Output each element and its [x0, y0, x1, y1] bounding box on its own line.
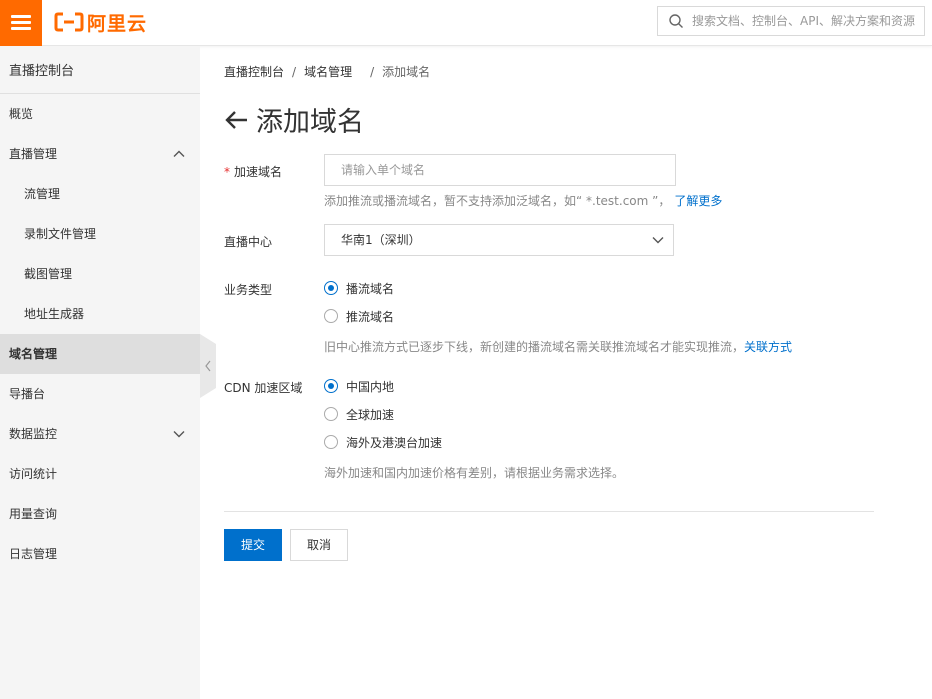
breadcrumb-separator: / — [370, 65, 375, 79]
domain-hint: 添加推流或播流域名，暂不支持添加泛域名，如“ *.test.com ”， 了解更多 — [324, 192, 722, 209]
sidebar-title[interactable]: 直播控制台 — [0, 46, 200, 94]
radio-label: 播流域名 — [346, 281, 395, 296]
sidebar-item-label: 直播管理 — [9, 147, 58, 161]
search-input[interactable] — [692, 14, 922, 28]
center-select[interactable]: 华南1（深圳） — [324, 224, 674, 256]
association-method-link[interactable]: 关联方式 — [744, 340, 792, 354]
top-navbar: 阿里云 — [0, 0, 932, 46]
radio-play-domain[interactable]: 播流域名 — [324, 280, 394, 296]
sidebar: 直播控制台 概览 直播管理 流管理 录制文件管理 截图管理 地址生成器 域名管理… — [0, 46, 200, 699]
breadcrumb-current: 添加域名 — [382, 65, 431, 79]
sidebar-item-log-management[interactable]: 日志管理 — [0, 534, 200, 574]
radio-unchecked-icon — [324, 309, 338, 323]
radio-label: 推流域名 — [346, 309, 395, 324]
business-type-hint: 旧中心推流方式已逐步下线，新创建的播流域名需关联推流域名才能实现推流，关联方式 — [324, 338, 792, 355]
sidebar-item-url-generator[interactable]: 地址生成器 — [0, 294, 200, 334]
sidebar-item-overview[interactable]: 概览 — [0, 94, 200, 134]
sidebar-item-director[interactable]: 导播台 — [0, 374, 200, 414]
sidebar-item-domain-management[interactable]: 域名管理 — [0, 334, 200, 374]
page-title-text: 添加域名 — [256, 107, 364, 138]
cancel-button[interactable]: 取消 — [290, 529, 348, 561]
center-label: 直播中心 — [224, 235, 273, 249]
domain-label-text: 加速域名 — [234, 165, 283, 179]
menu-icon — [11, 15, 31, 18]
sidebar-item-live-management[interactable]: 直播管理 — [0, 134, 200, 174]
cdn-region-hint: 海外加速和国内加速价格有差别，请根据业务需求选择。 — [324, 466, 625, 480]
domain-input[interactable] — [324, 154, 676, 186]
chevron-down-icon[interactable] — [172, 427, 186, 441]
form-divider — [224, 511, 874, 512]
global-search[interactable] — [657, 6, 925, 36]
aliyun-logo[interactable]: 阿里云 — [54, 10, 148, 35]
sidebar-item-usage-query[interactable]: 用量查询 — [0, 494, 200, 534]
breadcrumb: 直播控制台 / 域名管理 / 添加域名 — [224, 63, 430, 80]
sidebar-item-recording-files[interactable]: 录制文件管理 — [0, 214, 200, 254]
page-title: 添加域名 — [224, 100, 364, 139]
radio-unchecked-icon — [324, 435, 338, 449]
aliyun-logo-icon — [54, 12, 84, 32]
breadcrumb-live-console[interactable]: 直播控制台 — [224, 65, 284, 79]
radio-label: 全球加速 — [346, 407, 395, 422]
radio-unchecked-icon — [324, 407, 338, 421]
sidebar-item-snapshots[interactable]: 截图管理 — [0, 254, 200, 294]
sidebar-item-access-stats[interactable]: 访问统计 — [0, 454, 200, 494]
arrow-left-icon[interactable] — [224, 109, 248, 131]
business-type-hint-text: 旧中心推流方式已逐步下线，新创建的播流域名需关联推流域名才能实现推流， — [324, 340, 745, 354]
breadcrumb-separator: / — [292, 65, 297, 79]
radio-global[interactable]: 全球加速 — [324, 406, 394, 422]
business-type-label: 业务类型 — [224, 283, 273, 297]
radio-checked-icon — [324, 281, 338, 295]
radio-mainland-china[interactable]: 中国内地 — [324, 378, 394, 394]
sidebar-item-label: 数据监控 — [9, 427, 58, 441]
sidebar-item-stream-management[interactable]: 流管理 — [0, 174, 200, 214]
required-mark: * — [224, 165, 230, 179]
chevron-up-icon[interactable] — [172, 147, 186, 161]
radio-checked-icon — [324, 379, 338, 393]
domain-label: * 加速域名 — [224, 163, 282, 180]
cdn-region-label: CDN 加速区域 — [224, 381, 303, 395]
radio-label: 中国内地 — [346, 379, 395, 394]
center-select-value: 华南1（深圳） — [341, 233, 421, 247]
chevron-down-icon — [652, 237, 664, 244]
radio-label: 海外及港澳台加速 — [346, 435, 443, 450]
sidebar-item-data-monitoring[interactable]: 数据监控 — [0, 414, 200, 454]
radio-overseas[interactable]: 海外及港澳台加速 — [324, 434, 442, 450]
logo-text: 阿里云 — [87, 12, 148, 35]
search-icon — [669, 14, 683, 28]
menu-button[interactable] — [0, 0, 42, 46]
radio-push-domain[interactable]: 推流域名 — [324, 308, 394, 324]
submit-button[interactable]: 提交 — [224, 529, 282, 561]
breadcrumb-domain-management[interactable]: 域名管理 — [304, 65, 352, 79]
learn-more-link[interactable]: 了解更多 — [674, 194, 722, 208]
domain-hint-text: 添加推流或播流域名，暂不支持添加泛域名，如“ *.test.com ”， — [324, 194, 671, 208]
sidebar-collapse-handle[interactable] — [200, 334, 216, 398]
